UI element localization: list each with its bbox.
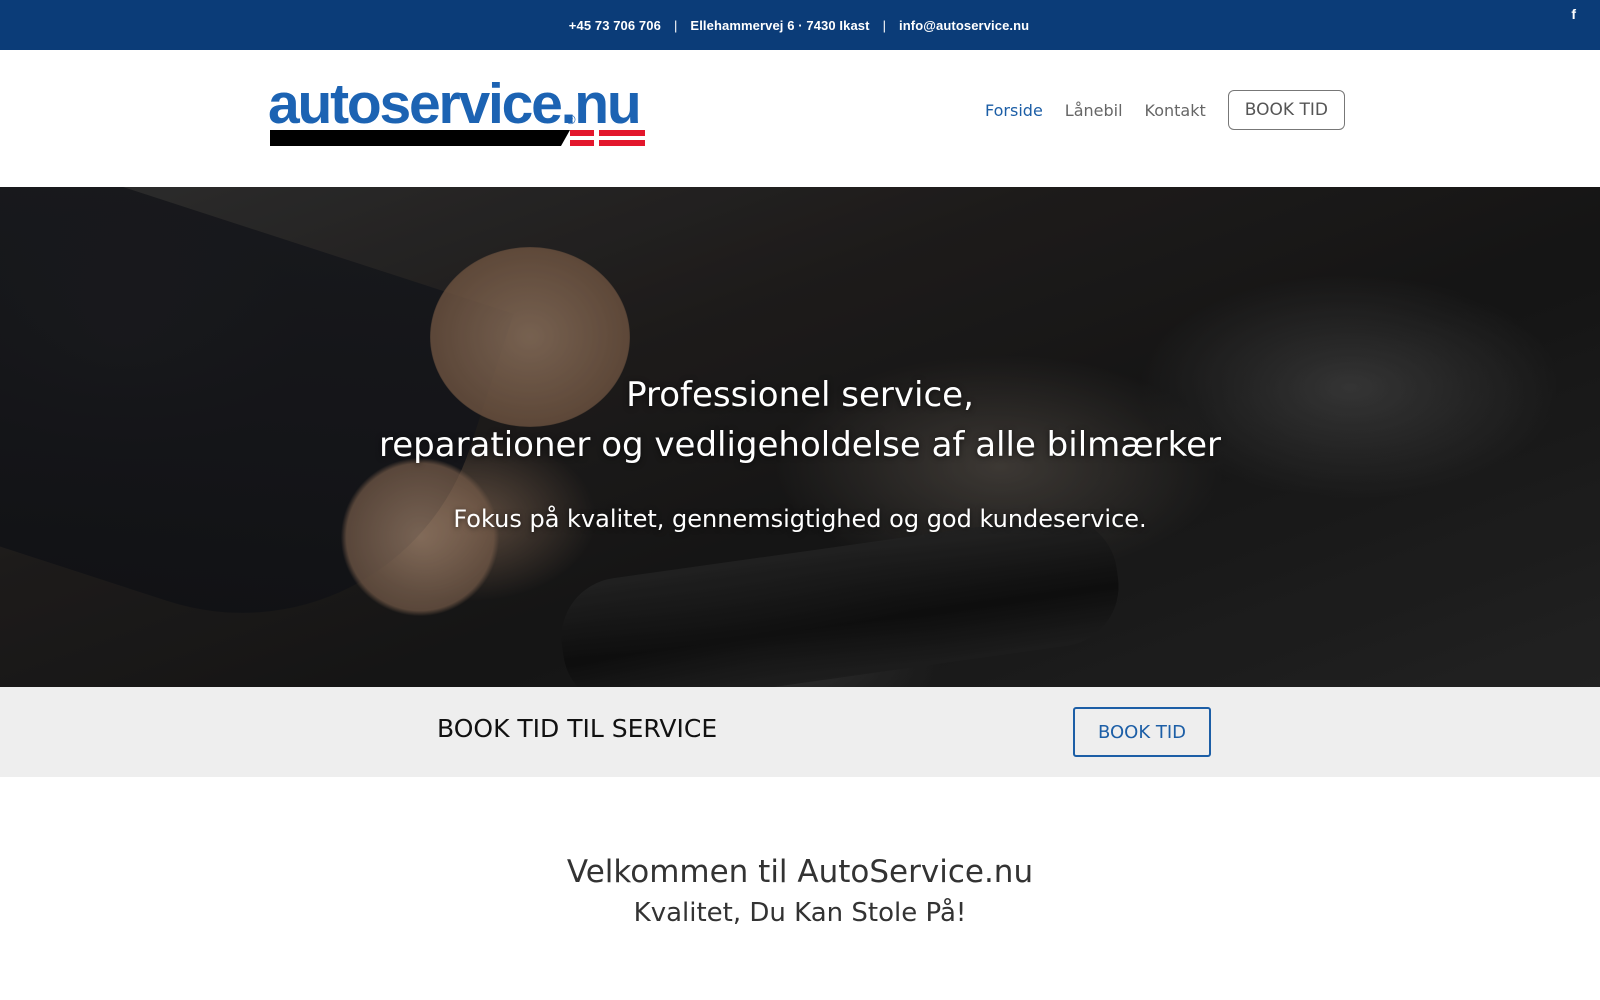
- phone-link[interactable]: +45 73 706 706: [569, 18, 661, 33]
- hero-title: Professionel service, reparationer og ve…: [0, 370, 1600, 470]
- site-logo[interactable]: autoservice.nu ®: [268, 76, 648, 152]
- welcome-title: Velkommen til AutoService.nu: [566, 854, 1034, 890]
- nav-item-kontakt[interactable]: Kontakt: [1145, 101, 1206, 120]
- facebook-icon[interactable]: f: [1571, 6, 1576, 22]
- hero-text: Professionel service, reparationer og ve…: [0, 187, 1600, 687]
- hero-title-line1: Professionel service,: [626, 375, 974, 415]
- nav-item-laanebil[interactable]: Lånebil: [1065, 101, 1123, 120]
- book-service-strip: BOOK TID TIL SERVICE BOOK TID: [0, 687, 1600, 777]
- book-tid-button[interactable]: BOOK TID: [1073, 707, 1211, 757]
- logo-wordmark: autoservice.nu: [268, 72, 642, 136]
- separator: |: [673, 17, 678, 33]
- main-nav: Forside Lånebil Kontakt BOOK TID: [985, 90, 1345, 130]
- address-text: Ellehammervej 6 · 7430 Ikast: [690, 17, 870, 33]
- nav-book-button[interactable]: BOOK TID: [1227, 90, 1345, 130]
- welcome-subtitle: Kvalitet, Du Kan Stole På!: [633, 898, 967, 928]
- contact-info: +45 73 706 706 | Ellehammervej 6 · 7430 …: [0, 0, 1600, 50]
- nav-item-forside[interactable]: Forside: [985, 101, 1043, 120]
- hero-title-line2: reparationer og vedligeholdelse af alle …: [379, 425, 1221, 465]
- registered-mark: ®: [566, 112, 576, 127]
- logo-underline: [270, 130, 570, 146]
- site-header: autoservice.nu ® Forside Lånebil Kontakt…: [0, 50, 1600, 187]
- danish-flag-icon: [570, 130, 645, 146]
- top-info-bar: +45 73 706 706 | Ellehammervej 6 · 7430 …: [0, 0, 1600, 50]
- book-strip-title: BOOK TID TIL SERVICE: [437, 714, 718, 743]
- email-link[interactable]: info@autoservice.nu: [899, 18, 1029, 33]
- separator: |: [882, 17, 887, 33]
- hero-subtitle: Fokus på kvalitet, gennemsigtighed og go…: [453, 505, 1147, 533]
- hero-banner: Professionel service, reparationer og ve…: [0, 187, 1600, 687]
